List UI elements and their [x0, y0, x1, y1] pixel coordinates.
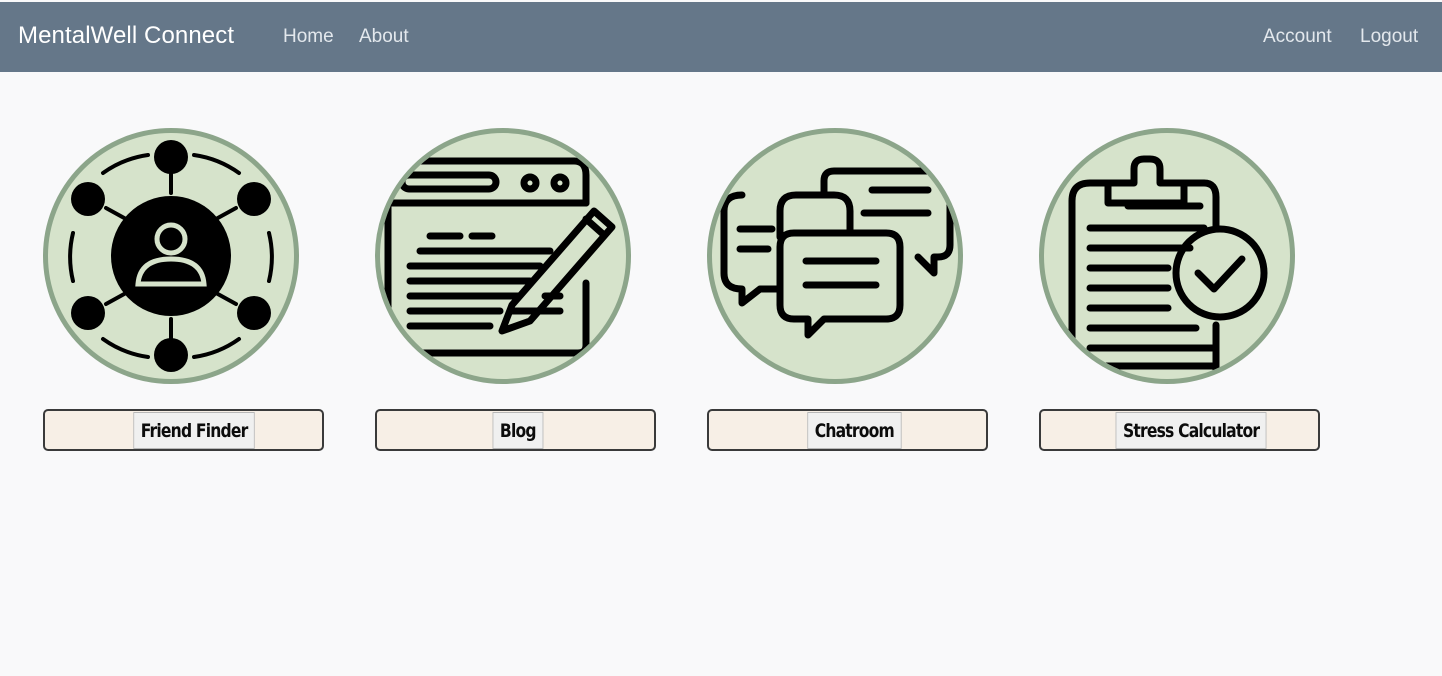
- nav-about-link[interactable]: About: [359, 26, 409, 48]
- network-person-icon: [68, 140, 274, 372]
- stress-calculator-image[interactable]: [1039, 128, 1295, 384]
- friend-finder-button[interactable]: Friend Finder: [133, 412, 255, 449]
- clipboard-check-icon: [1068, 155, 1268, 379]
- stress-calculator-label-box[interactable]: Stress Calculator: [1039, 409, 1320, 451]
- feature-card-friend-finder: Friend Finder: [43, 128, 325, 454]
- nav-home-link[interactable]: Home: [283, 26, 334, 48]
- feature-card-chatroom: Chatroom: [707, 128, 989, 454]
- blog-image[interactable]: [375, 128, 631, 384]
- friend-finder-label-box[interactable]: Friend Finder: [43, 409, 324, 451]
- blog-label-box[interactable]: Blog: [375, 409, 656, 451]
- chatroom-image[interactable]: [707, 128, 963, 384]
- browser-pencil-icon: [384, 157, 616, 357]
- chat-bubbles-icon: [720, 167, 954, 339]
- stress-calculator-button[interactable]: Stress Calculator: [1115, 412, 1267, 449]
- nav-account-link[interactable]: Account: [1263, 26, 1332, 48]
- top-navbar: MentalWell Connect Home About Account Lo…: [0, 2, 1442, 72]
- feature-card-stress-calculator: Stress Calculator: [1039, 128, 1321, 454]
- chatroom-button[interactable]: Chatroom: [807, 412, 902, 449]
- brand-link[interactable]: MentalWell Connect: [18, 22, 234, 50]
- feature-card-blog: Blog: [375, 128, 657, 454]
- chatroom-label-box[interactable]: Chatroom: [707, 409, 988, 451]
- blog-button[interactable]: Blog: [492, 412, 544, 449]
- nav-logout-link[interactable]: Logout: [1360, 26, 1418, 48]
- friend-finder-image[interactable]: [43, 128, 299, 384]
